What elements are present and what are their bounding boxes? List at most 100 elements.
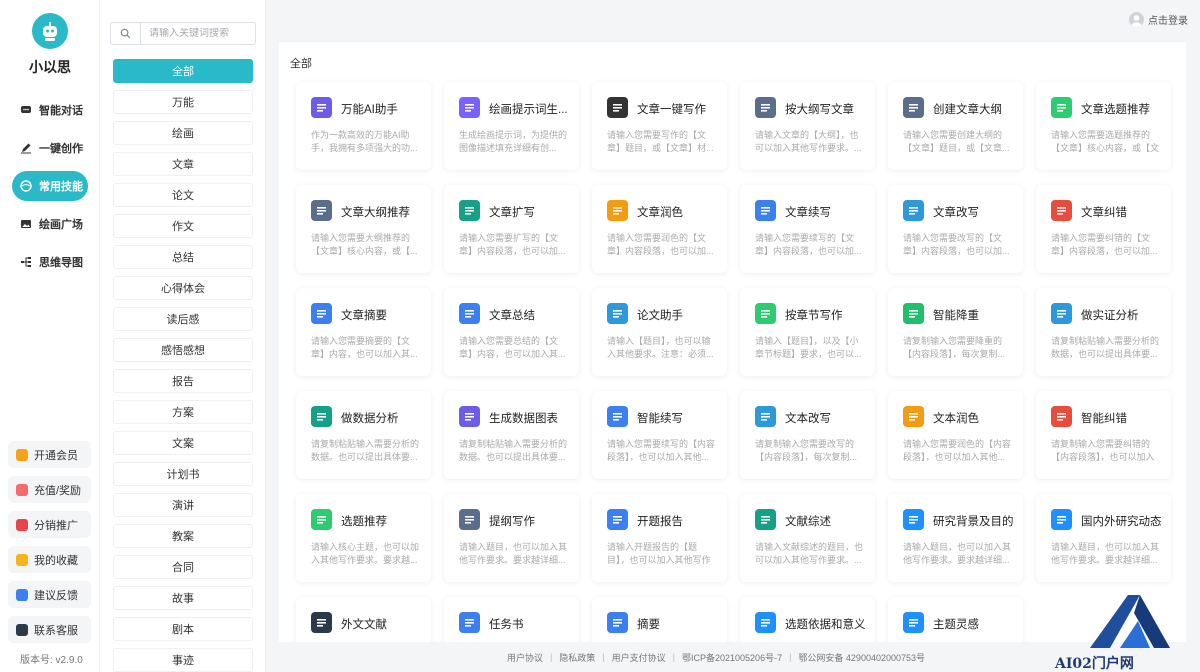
- skill-card-title: 提纲写作: [489, 516, 535, 528]
- skill-card-title: 开题报告: [637, 516, 683, 528]
- skill-card-title: 文章润色: [637, 207, 683, 219]
- nav-item-chat[interactable]: 智能对话: [12, 95, 88, 125]
- category-item[interactable]: 演讲: [113, 493, 253, 517]
- category-item[interactable]: 作文: [113, 214, 253, 238]
- category-item[interactable]: 故事: [113, 586, 253, 610]
- skill-card[interactable]: 选题推荐 请输入核心主题，也可以加入其他写作要求。要求越...: [296, 494, 431, 582]
- foreign-icon: [311, 612, 332, 633]
- polish-icon: [903, 406, 924, 427]
- sidebar-link-label: 充值/奖励: [34, 484, 82, 497]
- skill-card-desc: 请输入您需要总结的【文章】内容，也可以加入其...: [459, 336, 566, 359]
- category-item[interactable]: 感悟感想: [113, 338, 253, 362]
- skill-card[interactable]: 文章改写 请输入您需要改写的【文章】内容段落，也可以加...: [888, 185, 1023, 273]
- category-item[interactable]: 万能: [113, 90, 253, 114]
- chat-icon: [20, 104, 32, 116]
- skill-card[interactable]: 文章选题推荐请输入您需要选题推荐的【文章】核心内容，或【文章...: [1036, 82, 1171, 170]
- skill-card-title: 按大纲写文章: [785, 104, 854, 116]
- nav-item-pen[interactable]: 一键创作: [12, 133, 88, 163]
- skill-card[interactable]: 文章润色 请输入您需要润色的【文章】内容段落，也可以加...: [592, 185, 727, 273]
- category-item[interactable]: 全部: [113, 59, 253, 83]
- footer-link[interactable]: 鄂公网安备 42900402000753号: [798, 651, 925, 664]
- skills-icon: [20, 180, 32, 192]
- footer-link[interactable]: 鄂ICP备2021005206号-7: [682, 651, 782, 664]
- skill-card[interactable]: 文章纠错 请输入您需要纠错的【文章】内容段落，也可以加...: [1036, 185, 1171, 273]
- sidebar-link-recharge[interactable]: 充值/奖励: [8, 476, 91, 503]
- robot-logo-icon[interactable]: [32, 13, 68, 49]
- vip-icon: [16, 448, 28, 461]
- category-item[interactable]: 文章: [113, 152, 253, 176]
- skill-card[interactable]: 按大纲写文章 请输入文章的【大纲】，也可以加入其他写作要求。...: [740, 82, 875, 170]
- skill-card[interactable]: 文章大纲推荐 请输入您需要大纲推荐的【文章】核心内容，或【...: [296, 185, 431, 273]
- skill-card[interactable]: 研究背景及目的 请输入题目，也可以加入其他写作要求。要求越详细...: [888, 494, 1023, 582]
- skill-card[interactable]: 文本改写 请复制输入您需要改写的【内容段落】，每次复制...: [740, 391, 875, 479]
- sidebar-link-star[interactable]: 我的收藏: [8, 546, 91, 573]
- skill-card[interactable]: 绘画提示词生... 生成绘画提示词，为提供的图像描述填充详细有创...: [444, 82, 579, 170]
- category-item[interactable]: 报告: [113, 369, 253, 393]
- category-item[interactable]: 绘画: [113, 121, 253, 145]
- skill-card[interactable]: 文章一键写作 请输入您需要写作的【文章】题目，或【文章】材...: [592, 82, 727, 170]
- skill-card[interactable]: 文献综述 请输入文献综述的题目，也可以加入其他写作要求。...: [740, 494, 875, 582]
- search-icon[interactable]: [111, 23, 141, 44]
- category-item[interactable]: 读后感: [113, 307, 253, 331]
- footer-link[interactable]: 用户支付协议: [612, 651, 666, 664]
- skill-card[interactable]: 文章扩写 请输入您需要扩写的【文章】内容段落，也可以加...: [444, 185, 579, 273]
- skill-card[interactable]: 论文助手 请输入【题目】，也可以输入其他要求。注意：必须...: [592, 288, 727, 376]
- skill-card[interactable]: 文章续写 请输入您需要续写的【文章】内容段落，也可以加...: [740, 185, 875, 273]
- skill-card[interactable]: 文本润色 请输入您需要润色的【内容段落】，也可以加入其他...: [888, 391, 1023, 479]
- footer-link[interactable]: 隐私政策: [559, 651, 595, 664]
- skill-card[interactable]: 摘要: [592, 597, 727, 642]
- sidebar-link-feedback[interactable]: 建议反馈: [8, 581, 91, 608]
- category-item[interactable]: 计划书: [113, 462, 253, 486]
- skill-card-title: 文章扩写: [489, 207, 535, 219]
- nav-item-skills[interactable]: 常用技能: [12, 171, 88, 201]
- nav-item-mindmap[interactable]: 思维导图: [12, 247, 88, 277]
- sidebar-link-vip[interactable]: 开通会员: [8, 441, 91, 468]
- skill-card[interactable]: 文章摘要 请输入您需要摘要的【文章】内容，也可以加入其...: [296, 288, 431, 376]
- category-item[interactable]: 方案: [113, 400, 253, 424]
- star-icon: [16, 553, 28, 566]
- skill-card[interactable]: 做实证分析 请复制粘贴输入需要分析的数据，也可以提出具体要...: [1036, 288, 1171, 376]
- skill-card-title: 文本改写: [785, 413, 831, 425]
- rewrite-icon: [755, 406, 776, 427]
- skill-card[interactable]: 任务书: [444, 597, 579, 642]
- avatar-icon: [1129, 12, 1144, 27]
- footer-link[interactable]: 用户协议: [507, 651, 543, 664]
- skill-card[interactable]: 智能续写 请输入您需要续写的【内容段落】，也可以加入其他...: [592, 391, 727, 479]
- skill-card[interactable]: 国内外研究动态 请输入题目，也可以加入其他写作要求。要求越详细...: [1036, 494, 1171, 582]
- reduce-icon: [903, 303, 924, 324]
- skill-card[interactable]: 开题报告请输入开题报告的【题目】，也可以加入其他写作要...: [592, 494, 727, 582]
- skill-card[interactable]: 生成数据图表 请复制粘贴输入需要分析的数据。也可以提出具体要...: [444, 391, 579, 479]
- category-item[interactable]: 合同: [113, 555, 253, 579]
- abstract-icon: [607, 612, 628, 633]
- skill-card[interactable]: 文章总结 请输入您需要总结的【文章】内容，也可以加入其...: [444, 288, 579, 376]
- category-item[interactable]: 事迹: [113, 648, 253, 672]
- category-item[interactable]: 文案: [113, 431, 253, 455]
- skill-card-title: 做实证分析: [1081, 310, 1139, 322]
- skill-card-desc: 请输入您需要纠错的【文章】内容段落，也可以加...: [1051, 233, 1158, 256]
- skill-card-title: 绘画提示词生...: [489, 104, 568, 116]
- skill-card[interactable]: 创建文章大纲 请输入您需要创建大纲的【文章】题目，或【文章...: [888, 82, 1023, 170]
- sidebar-link-service[interactable]: 联系客服: [8, 616, 91, 643]
- skill-card[interactable]: 万能AI助手 作为一款高效的万能AI助手，我拥有多项强大的功...: [296, 82, 431, 170]
- skill-card[interactable]: 提纲写作 请输入题目，也可以加入其他写作要求。要求越详细...: [444, 494, 579, 582]
- skill-card[interactable]: 智能纠错请复制输入您需要纠错的【内容段落】，也可以加入其他...: [1036, 391, 1171, 479]
- category-item[interactable]: 剧本: [113, 617, 253, 641]
- footer-divider: |: [602, 652, 605, 662]
- login-link[interactable]: 点击登录: [1129, 12, 1188, 27]
- vs-icon: [1051, 303, 1072, 324]
- skill-card-title: 智能纠错: [1081, 413, 1127, 425]
- nav-item-image[interactable]: 绘画广场: [12, 209, 88, 239]
- category-item[interactable]: 心得体会: [113, 276, 253, 300]
- skill-card[interactable]: 按章节写作 请输入【题目】，以及【小章节标题】要求，也可以...: [740, 288, 875, 376]
- skill-card[interactable]: 智能降重 请复制输入您需要降重的【内容段落】，每次复制...: [888, 288, 1023, 376]
- search-input[interactable]: [141, 28, 249, 39]
- skill-card[interactable]: 主题灵感: [888, 597, 1023, 642]
- main-nav: 小以思 智能对话 一键创作 常用技能 绘画广场 思维导图 开通会员 充值/奖励 分销推广 我的…: [0, 0, 100, 672]
- skill-card[interactable]: 做数据分析 请复制粘贴输入需要分析的数据。也可以提出具体要...: [296, 391, 431, 479]
- skill-card[interactable]: 外文文献: [296, 597, 431, 642]
- category-item[interactable]: 总结: [113, 245, 253, 269]
- skill-card[interactable]: 选题依据和意义: [740, 597, 875, 642]
- category-item[interactable]: 论文: [113, 183, 253, 207]
- sidebar-link-share[interactable]: 分销推广: [8, 511, 91, 538]
- category-item[interactable]: 教案: [113, 524, 253, 548]
